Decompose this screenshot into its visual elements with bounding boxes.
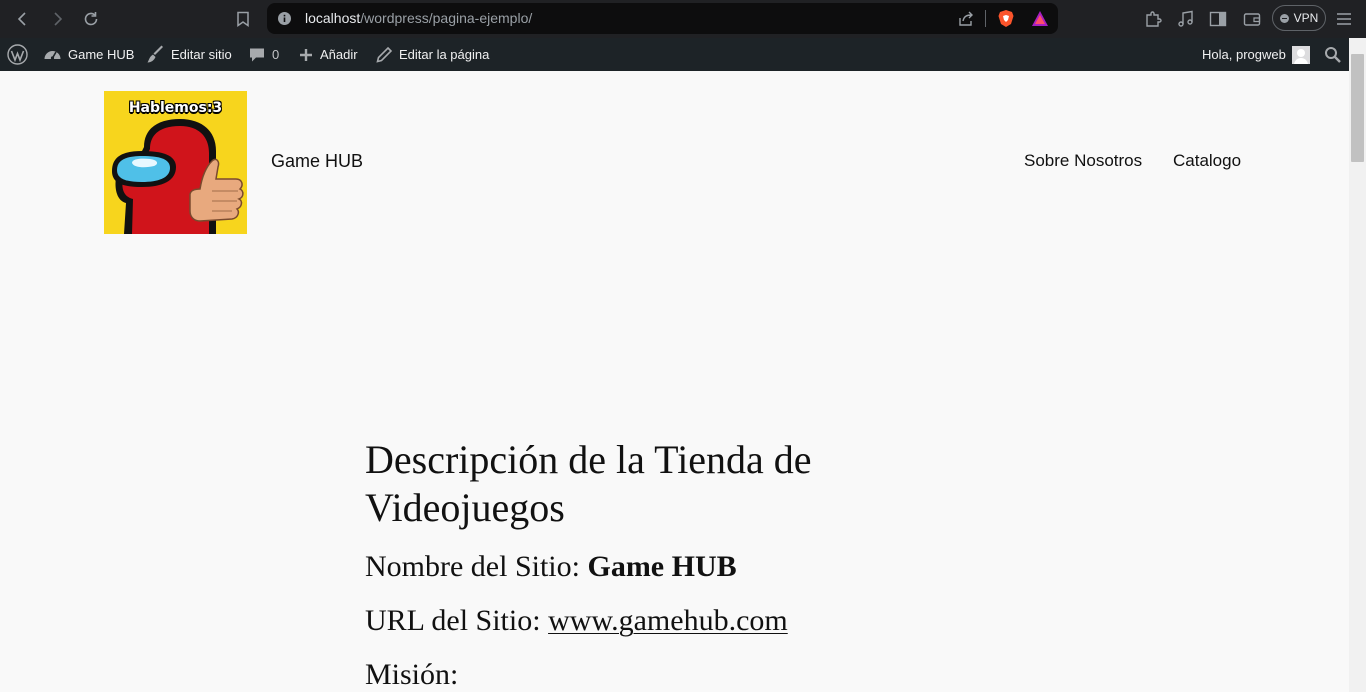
dashboard-icon [44,51,61,60]
brave-rewards-icon[interactable] [1031,10,1049,27]
page-title: Descripción de la Tienda de Videojuegos [365,437,812,530]
media-button[interactable] [1174,7,1198,31]
wp-admin-bar: Game HUB Editar sitio 0 Añadir Editar la… [0,38,1366,71]
add-new-label: Añadir [320,47,358,62]
wordpress-icon [7,44,28,65]
hamburger-icon [1337,13,1351,25]
pencil-icon [376,46,393,63]
scrollbar-thumb[interactable] [1351,54,1364,162]
brave-shields-icon[interactable] [997,9,1015,28]
comments-count: 0 [272,47,280,62]
nav-link-catalogo[interactable]: Catalogo [1173,151,1241,171]
wallet-icon [1243,13,1261,26]
sidebar-button[interactable] [1206,7,1230,31]
edit-page-link[interactable]: Editar la página [375,38,489,71]
address-bar[interactable]: localhost/wordpress/pagina-ejemplo/ [267,3,1058,34]
site-url-paragraph: URL del Sitio: www.gamehub.com [365,603,788,639]
mission-heading: Misión: [365,658,459,691]
site-logo[interactable]: Hablemos:3 [104,91,247,234]
browser-toolbar: localhost/wordpress/pagina-ejemplo/ VPN [0,0,1366,38]
forward-icon [54,12,63,26]
bookmark-button[interactable] [231,7,255,31]
back-icon [17,12,26,26]
add-new-menu[interactable]: Añadir [298,38,358,71]
brush-icon [147,45,163,63]
edit-page-label: Editar la página [399,47,490,62]
edit-site-label: Editar sitio [171,47,232,62]
edit-site-link[interactable]: Editar sitio [146,38,232,71]
site-name-label: Game HUB [68,47,135,62]
wp-logo-menu[interactable] [7,38,28,71]
site-title[interactable]: Game HUB [271,151,363,172]
url-text: localhost/wordpress/pagina-ejemplo/ [305,10,533,26]
comment-icon [250,48,264,61]
site-info-icon [278,12,291,25]
puzzle-icon [1146,11,1162,27]
reload-button[interactable] [79,7,103,31]
share-icon[interactable] [957,10,975,28]
page-scrollbar[interactable] [1349,38,1366,692]
plus-icon [300,48,312,61]
sidebar-icon [1209,11,1227,27]
vpn-button[interactable]: VPN [1272,5,1326,31]
forward-button[interactable] [45,7,69,31]
vpn-status-icon [1279,13,1289,23]
greeting-label: Hola, progweb [1202,47,1286,62]
avatar [1291,45,1310,64]
site-name-field-label: Nombre del Sitio: [365,550,588,583]
site-name-paragraph: Nombre del Sitio: Game HUB [365,549,737,585]
music-note-icon [1178,10,1193,27]
vpn-label: VPN [1293,11,1319,25]
bookmark-icon [237,11,249,27]
menu-button[interactable] [1332,7,1356,31]
nav-link-sobre-nosotros[interactable]: Sobre Nosotros [1024,151,1142,171]
wallet-button[interactable] [1240,7,1264,31]
site-url-field-label: URL del Sitio: [365,604,549,637]
site-name-field-value: Game HUB [587,550,737,583]
my-account-menu[interactable]: Hola, progweb [1202,38,1310,71]
back-button[interactable] [11,7,35,31]
extensions-button[interactable] [1141,7,1165,31]
reload-icon [84,12,98,26]
admin-search-button[interactable] [1324,38,1342,71]
comments-link[interactable]: 0 [248,38,279,71]
site-url-link[interactable]: www.gamehub.com [548,604,788,637]
search-icon [1325,46,1341,63]
site-name-menu[interactable]: Game HUB [43,38,134,71]
logo-caption: Hablemos:3 [128,100,223,116]
